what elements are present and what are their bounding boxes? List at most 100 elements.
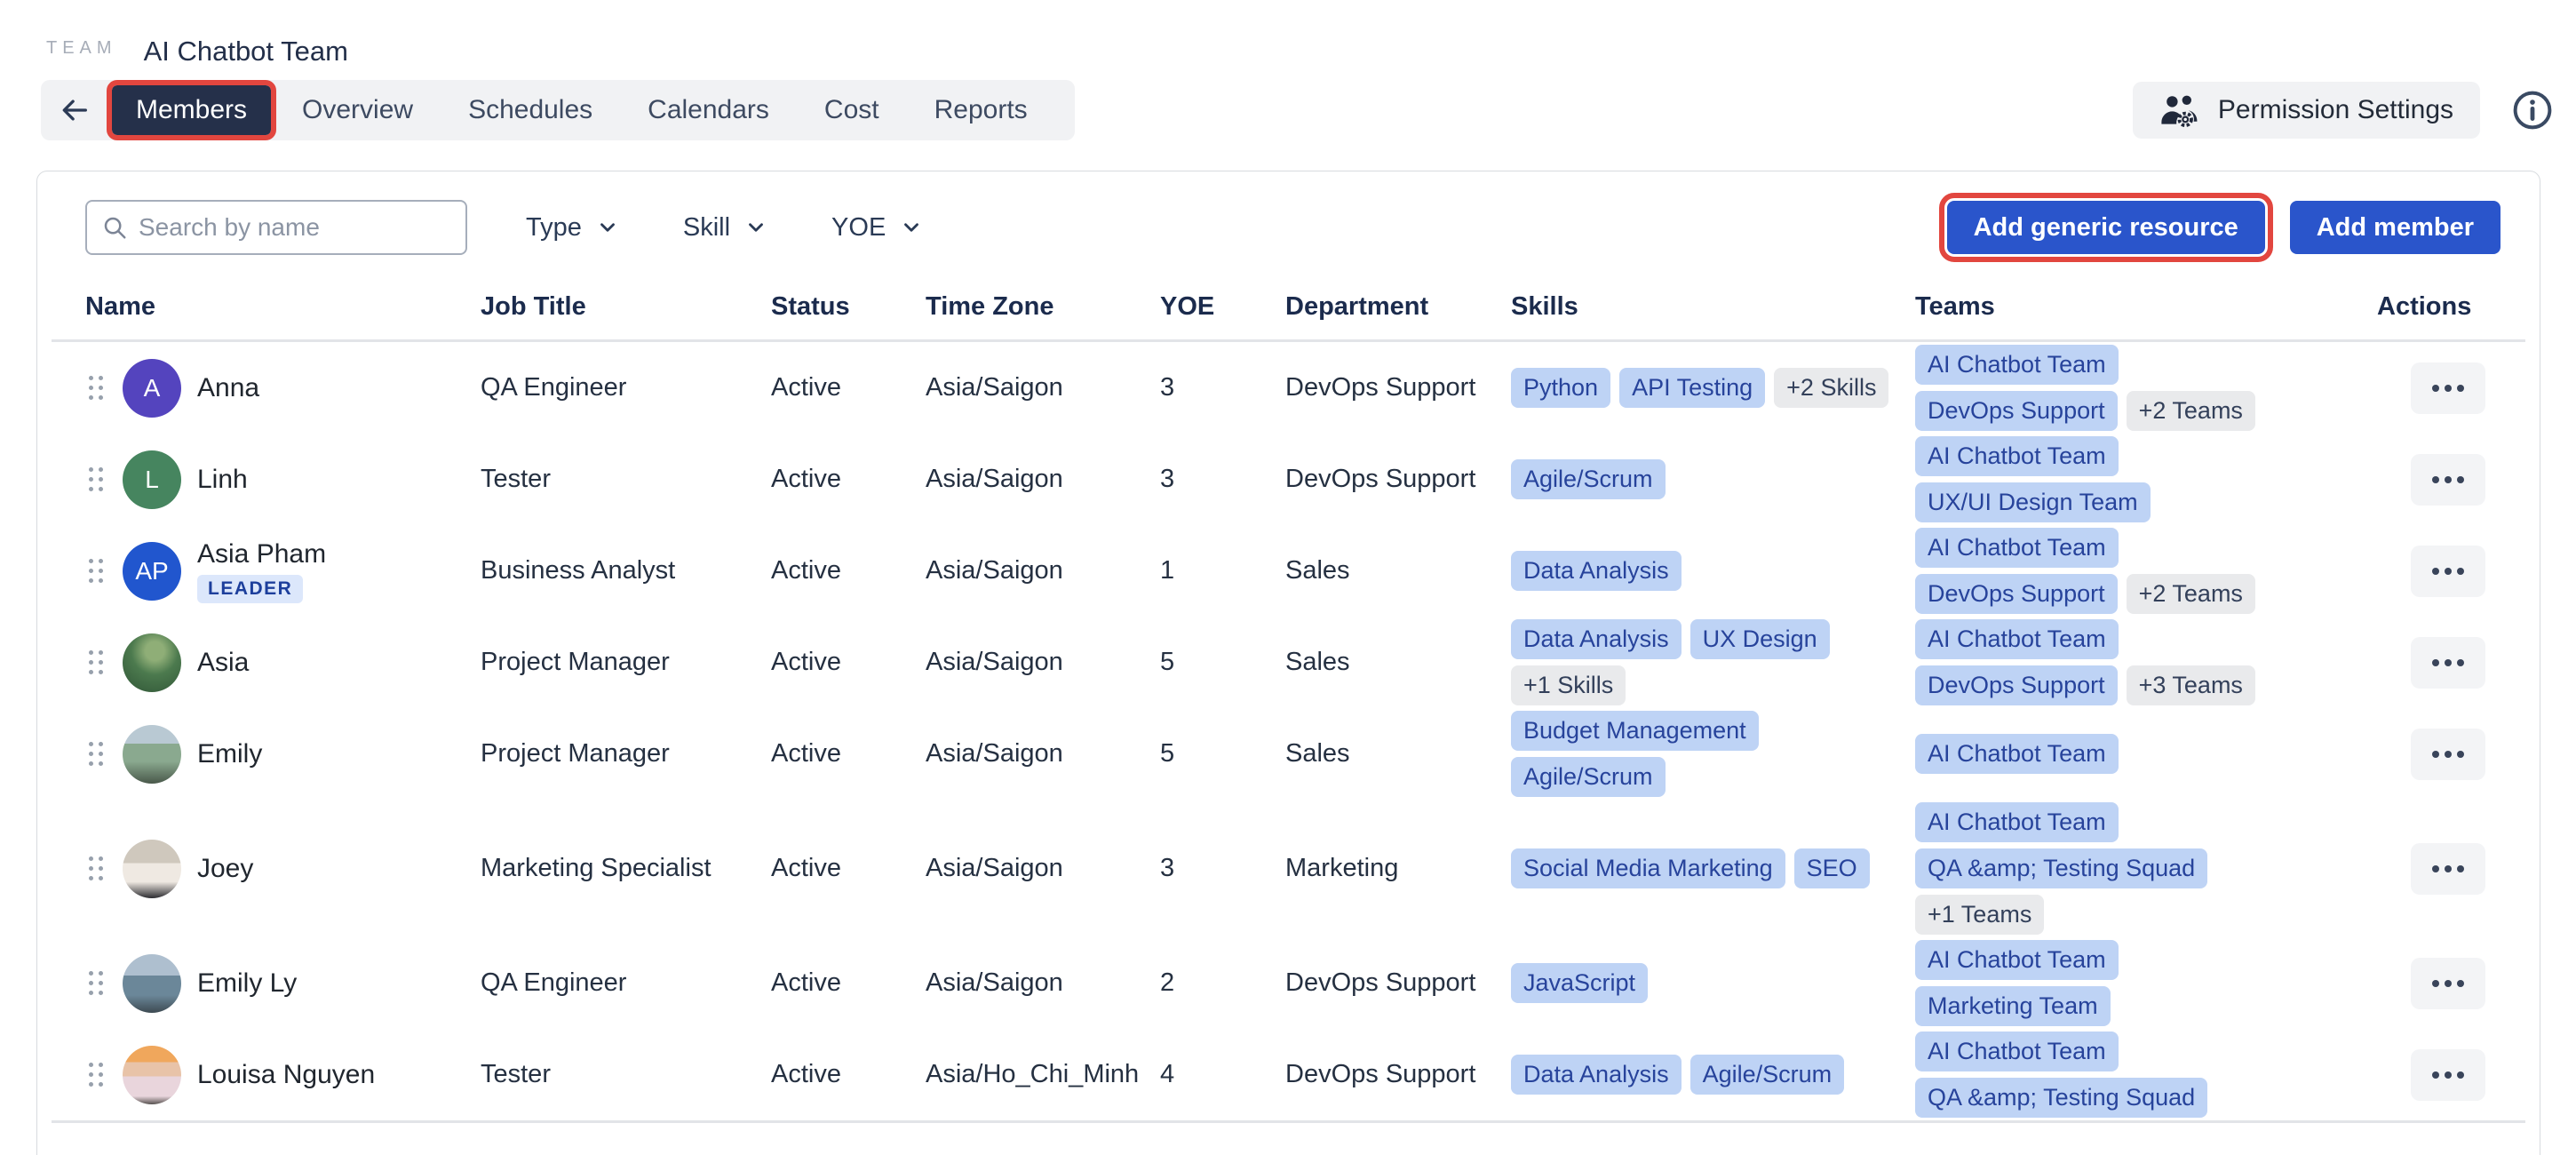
row-actions-button[interactable] [2411, 637, 2485, 689]
avatar-initials: A [123, 359, 181, 418]
skill-chip: Social Media Marketing [1511, 848, 1785, 888]
drag-handle-icon[interactable] [85, 968, 107, 999]
column-header-actions: Actions [2377, 292, 2525, 322]
status-cell: Active [771, 556, 926, 585]
back-button[interactable] [53, 95, 103, 125]
filter-skill[interactable]: Skill [683, 213, 767, 243]
row-actions-button[interactable] [2411, 1049, 2485, 1101]
table-row: Emily LyQA EngineerActiveAsia/Saigon2Dev… [52, 937, 2525, 1029]
avatar-photo [123, 954, 181, 1013]
name-stack: Asia [197, 648, 249, 678]
team-more-chip[interactable]: +2 Teams [2127, 391, 2255, 431]
row-actions-button[interactable] [2411, 958, 2485, 1009]
team-more-chip[interactable]: +3 Teams [2127, 665, 2255, 705]
team-chip: DevOps Support [1915, 574, 2118, 614]
member-name: Linh [197, 465, 248, 495]
name-cell: Emily [85, 725, 481, 784]
department-cell: Sales [1285, 648, 1511, 677]
name-stack: Louisa Nguyen [197, 1060, 375, 1090]
team-chip: AI Chatbot Team [1915, 940, 2119, 980]
row-actions-button[interactable] [2411, 729, 2485, 780]
column-header-skills: Skills [1511, 292, 1915, 322]
skill-chip: Data Analysis [1511, 551, 1682, 591]
tab-schedules[interactable]: Schedules [444, 85, 616, 135]
filter-label: Type [526, 213, 582, 243]
job-title-cell: Marketing Specialist [481, 854, 771, 883]
table-row: LLinhTesterActiveAsia/Saigon3DevOps Supp… [52, 434, 2525, 525]
filter-yoe[interactable]: YOE [831, 213, 923, 243]
team-cell: AI Chatbot TeamQA &amp; Testing Squad+1 … [1915, 802, 2377, 935]
chevron-down-icon [900, 216, 923, 239]
tab-cost[interactable]: Cost [800, 85, 903, 135]
job-title-cell: Project Manager [481, 739, 771, 769]
skill-more-chip[interactable]: +1 Skills [1511, 665, 1626, 705]
row-actions-button[interactable] [2411, 454, 2485, 506]
time-zone-cell: Asia/Saigon [926, 465, 1160, 494]
row-actions-button[interactable] [2411, 362, 2485, 414]
job-title-cell: Tester [481, 1060, 771, 1089]
avatar-photo [123, 725, 181, 784]
team-cell: AI Chatbot Team Marketing Team [1915, 940, 2377, 1026]
team-cell: AI Chatbot TeamUX/UI Design Team [1915, 436, 2377, 522]
skill-cell: Data AnalysisUX Design+1 Skills [1511, 619, 1915, 705]
time-zone-cell: Asia/Ho_Chi_Minh [926, 1060, 1160, 1089]
drag-handle-icon[interactable] [85, 464, 107, 495]
add-member-button[interactable]: Add member [2290, 201, 2500, 254]
column-header-status: Status [771, 292, 926, 322]
column-header-teams: Teams [1915, 292, 2377, 322]
row-actions-button[interactable] [2411, 546, 2485, 597]
name-cell: Louisa Nguyen [85, 1046, 481, 1104]
drag-handle-icon[interactable] [85, 372, 107, 403]
info-icon[interactable] [2510, 88, 2555, 132]
filter-type[interactable]: Type [526, 213, 619, 243]
chevron-down-icon [596, 216, 619, 239]
table-row: APAsia PhamLEADERBusiness AnalystActiveA… [52, 525, 2525, 617]
team-cell: AI Chatbot TeamDevOps Support+3 Teams [1915, 619, 2377, 705]
drag-handle-icon[interactable] [85, 738, 107, 769]
skill-cell: Agile/Scrum [1511, 459, 1915, 499]
drag-handle-icon[interactable] [85, 1059, 107, 1090]
member-name: Asia Pham [197, 539, 326, 570]
skill-cell: Budget Management Agile/Scrum [1511, 711, 1915, 797]
column-header-department: Department [1285, 292, 1511, 322]
tab-overview[interactable]: Overview [278, 85, 437, 135]
name-cell: Joey [85, 840, 481, 898]
leader-badge: LEADER [197, 575, 303, 603]
row-actions-button[interactable] [2411, 843, 2485, 895]
job-title-cell: Project Manager [481, 648, 771, 677]
drag-handle-icon[interactable] [85, 555, 107, 586]
actions-cell [2377, 546, 2525, 597]
team-more-chip[interactable]: +2 Teams [2127, 574, 2255, 614]
member-name: Emily Ly [197, 968, 297, 999]
skill-more-chip[interactable]: +2 Skills [1774, 368, 1888, 408]
skill-chip: Agile/Scrum [1511, 757, 1666, 797]
chevron-down-icon [744, 216, 767, 239]
add-generic-resource-button[interactable]: Add generic resource [1947, 201, 2265, 254]
permission-settings-button[interactable]: Permission Settings [2133, 82, 2480, 139]
skill-chip: Budget Management [1511, 711, 1759, 751]
drag-handle-icon[interactable] [85, 853, 107, 884]
tab-reports[interactable]: Reports [910, 85, 1052, 135]
yoe-cell: 4 [1160, 1060, 1285, 1089]
actions-cell [2377, 1049, 2525, 1101]
team-chip: Marketing Team [1915, 986, 2111, 1026]
tab-calendars[interactable]: Calendars [624, 85, 793, 135]
team-more-chip[interactable]: +1 Teams [1915, 895, 2044, 935]
team-chip: AI Chatbot Team [1915, 734, 2119, 774]
skill-chip: Agile/Scrum [1511, 459, 1666, 499]
yoe-cell: 1 [1160, 556, 1285, 585]
tab-members[interactable]: Members [112, 85, 271, 135]
skill-chip: API Testing [1619, 368, 1765, 408]
search-input[interactable] [139, 213, 451, 242]
status-cell: Active [771, 968, 926, 998]
drag-handle-icon[interactable] [85, 647, 107, 678]
skill-chip: Data Analysis [1511, 619, 1682, 659]
page: TEAM AI Chatbot Team MembersOverviewSche… [0, 0, 2576, 1155]
column-header-name: Name [85, 292, 481, 322]
job-title-cell: Business Analyst [481, 556, 771, 585]
department-cell: Sales [1285, 739, 1511, 769]
table-row: JoeyMarketing SpecialistActiveAsia/Saigo… [52, 800, 2525, 937]
name-stack: Joey [197, 854, 253, 884]
yoe-cell: 5 [1160, 648, 1285, 677]
actions-cell [2377, 637, 2525, 689]
